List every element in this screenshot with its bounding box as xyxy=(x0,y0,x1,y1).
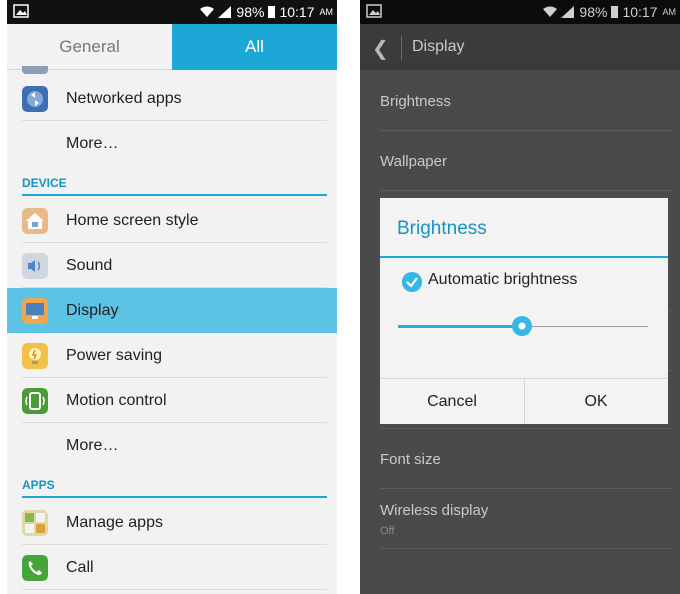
list-item-wireless-display[interactable]: Wireless display xyxy=(380,502,488,519)
list-item-call[interactable]: Call xyxy=(7,545,337,590)
cancel-button[interactable]: Cancel xyxy=(380,379,524,424)
list-item-more[interactable]: More… xyxy=(7,121,337,166)
automatic-brightness-checkbox[interactable] xyxy=(402,272,422,292)
phone-icon xyxy=(22,555,48,581)
list-item-font-size[interactable]: Font size xyxy=(380,451,441,468)
list-item-home-screen-style[interactable]: Home screen style xyxy=(7,198,337,243)
action-bar: ❮ Display xyxy=(360,24,680,70)
list-item-more[interactable]: More… xyxy=(7,423,337,468)
list-item-label: More… xyxy=(66,134,119,152)
clock: 10:17 xyxy=(622,4,658,20)
automatic-brightness-label[interactable]: Automatic brightness xyxy=(428,271,577,289)
image-notification-icon xyxy=(366,4,382,18)
section-label: APPS xyxy=(22,478,55,492)
list-item-label: Manage apps xyxy=(66,513,163,531)
list-item-power-saving[interactable]: Power saving xyxy=(7,333,337,378)
dialog-title: Brightness xyxy=(397,218,487,239)
tab-general[interactable]: General xyxy=(7,24,172,70)
list-item-label: Power saving xyxy=(66,346,163,364)
display-icon xyxy=(22,298,48,324)
section-header-device: DEVICE xyxy=(7,166,337,198)
image-notification-icon xyxy=(13,4,29,18)
back-arrow-icon[interactable]: ❮ xyxy=(372,36,389,61)
signal-icon xyxy=(561,6,575,18)
status-bar: 98% 10:17 AM xyxy=(360,0,680,24)
battery-percent: 98% xyxy=(236,4,265,20)
brightness-dialog: Brightness Automatic brightness Cancel O… xyxy=(380,198,668,424)
list-item-label: Networked apps xyxy=(66,89,182,107)
ok-button[interactable]: OK xyxy=(524,379,668,424)
list-item-wallpaper[interactable]: Wallpaper xyxy=(380,153,447,170)
clock-ampm: AM xyxy=(662,7,677,17)
brightness-slider-fill xyxy=(398,325,524,328)
battery-percent: 98% xyxy=(579,4,608,20)
signal-icon xyxy=(218,6,232,18)
list-item-label: Sound xyxy=(66,256,113,274)
list-item-sound[interactable]: Sound xyxy=(7,243,337,288)
status-bar: 98% 10:17 AM xyxy=(7,0,337,24)
list-item-label: Display xyxy=(66,301,119,319)
display-screen: 98% 10:17 AM ❮ Display Brightness Wallpap… xyxy=(360,0,680,594)
brightness-slider-track[interactable] xyxy=(524,326,648,327)
list-item-display[interactable]: Display xyxy=(7,288,337,333)
wifi-icon xyxy=(200,6,215,17)
battery-icon xyxy=(611,6,619,18)
clock-ampm: AM xyxy=(319,7,334,17)
clock: 10:17 xyxy=(279,4,315,20)
list-item-manage-apps[interactable]: Manage apps xyxy=(7,500,337,545)
partial-app-icon xyxy=(22,66,48,74)
tab-bar: General All xyxy=(7,24,337,70)
section-label: DEVICE xyxy=(22,176,67,190)
section-header-apps: APPS xyxy=(7,468,337,500)
list-item-brightness[interactable]: Brightness xyxy=(380,93,451,110)
manage-apps-icon xyxy=(22,510,48,536)
settings-screen: 98% 10:17 AM General All Networked apps M… xyxy=(7,0,337,594)
list-item-label: Call xyxy=(66,558,94,576)
list-item-label: More… xyxy=(66,436,119,454)
list-item-label: Motion control xyxy=(66,391,167,409)
tab-all[interactable]: All xyxy=(172,24,337,70)
battery-icon xyxy=(268,6,276,18)
list-item-networked-apps[interactable]: Networked apps xyxy=(7,76,337,121)
settings-list: Networked apps More… DEVICE Home screen … xyxy=(7,66,337,594)
motion-control-icon xyxy=(22,388,48,414)
list-item-label: Home screen style xyxy=(66,211,199,229)
sound-icon xyxy=(22,253,48,279)
home-screen-style-icon xyxy=(22,208,48,234)
wifi-icon xyxy=(543,6,558,17)
wireless-display-status: Off xyxy=(380,525,395,537)
networked-apps-icon xyxy=(22,86,48,112)
brightness-slider-thumb[interactable] xyxy=(511,315,533,337)
list-item-motion-control[interactable]: Motion control xyxy=(7,378,337,423)
power-saving-icon xyxy=(22,343,48,369)
page-title: Display xyxy=(412,38,465,55)
